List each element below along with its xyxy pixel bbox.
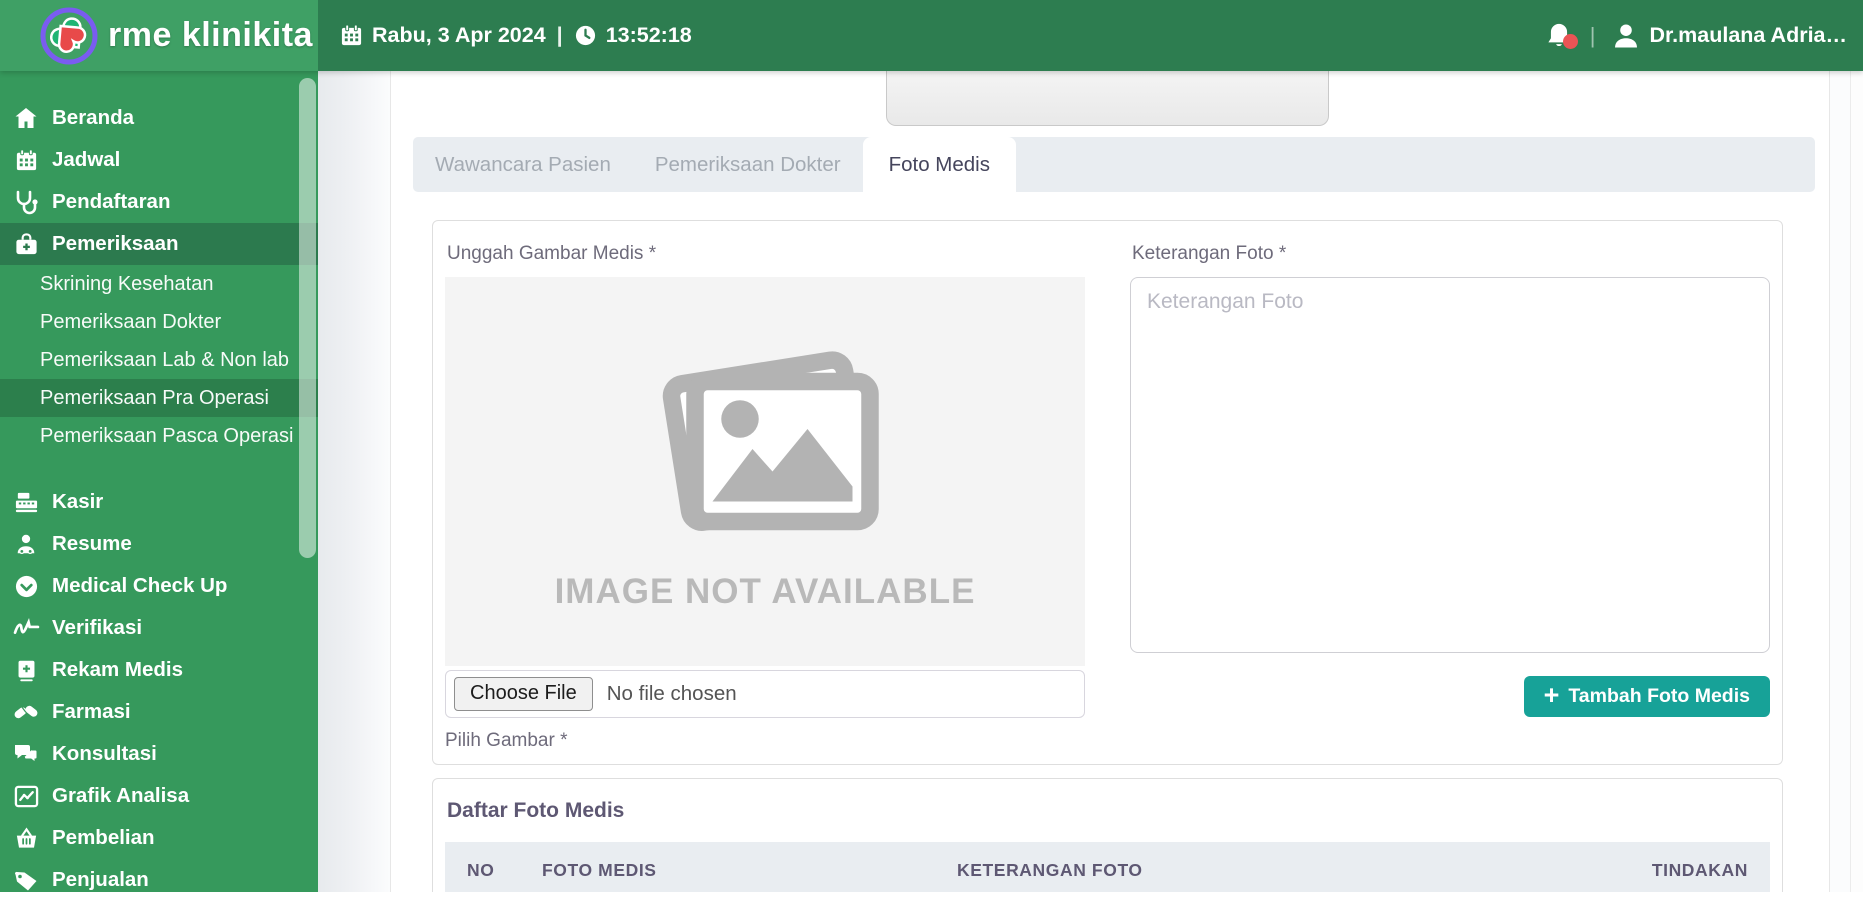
signature-icon [12,615,40,642]
sidebar-item-resume[interactable]: Resume [0,523,318,565]
current-date: Rabu, 3 Apr 2024 [372,23,546,48]
column-header-keterangan-foto: KETERANGAN FOTO [957,860,1652,881]
column-header-foto-medis: FOTO MEDIS [542,860,957,881]
sidebar-item-beranda[interactable]: Beranda [0,97,318,139]
table-header-row: NO FOTO MEDIS KETERANGAN FOTO TINDAKAN [445,842,1770,892]
header-divider: | [1590,23,1596,49]
tab-wawancara-pasien[interactable]: Wawancara Pasien [413,137,633,192]
basket-icon [12,826,40,851]
sidebar-item-pemeriksaan-pra-operasi[interactable]: Pemeriksaan Pra Operasi [0,379,318,417]
tab-foto-medis[interactable]: Foto Medis [863,137,1016,192]
sidebar-scrollbar-thumb[interactable] [299,78,316,558]
daftar-foto-medis-card: Daftar Foto Medis NO FOTO MEDIS KETERANG… [432,778,1783,892]
current-time: 13:52:18 [606,23,692,48]
notification-bell-button[interactable] [1544,21,1574,51]
home-icon [12,105,40,131]
choose-file-button[interactable]: Choose File [454,677,593,711]
brand-name: rme klinikita [108,16,313,55]
app-logo-block[interactable]: rme klinikita [0,0,318,71]
sidebar-item-jadwal[interactable]: Jadwal [0,139,318,181]
image-not-available-text: IMAGE NOT AVAILABLE [555,572,976,612]
chat-icon [12,741,40,767]
submit-label: Tambah Foto Medis [1568,685,1750,708]
pills-icon [12,699,40,725]
tab-bar: Wawancara Pasien Pemeriksaan Dokter Foto… [413,137,1815,192]
sidebar-item-farmasi[interactable]: Farmasi [0,691,318,733]
sidebar-item-pemeriksaan[interactable]: Pemeriksaan [0,223,318,265]
top-header: rme klinikita Rabu, 3 Apr 2024 | 13:52:1… [0,0,1863,71]
calendar-icon [340,24,363,47]
sidebar-spacer [0,455,318,481]
column-header-tindakan: TINDAKAN [1652,860,1748,881]
check-circle-icon [12,574,40,599]
datetime-separator: | [557,23,563,48]
page-scrollbar[interactable] [1850,71,1863,892]
caption-label: Keterangan Foto * [1132,243,1770,265]
sidebar-item-penjualan[interactable]: Penjualan [0,859,318,901]
user-icon [1611,21,1641,51]
image-preview-box: IMAGE NOT AVAILABLE [445,277,1085,666]
tab-pemeriksaan-dokter[interactable]: Pemeriksaan Dokter [633,137,863,192]
submit-row: + Tambah Foto Medis [1130,676,1770,717]
sidebar-item-verifikasi[interactable]: Verifikasi [0,607,318,649]
sidebar-item-medical-check-up[interactable]: Medical Check Up [0,565,318,607]
sidebar-item-pemeriksaan-pasca-operasi[interactable]: Pemeriksaan Pasca Operasi [0,417,318,455]
daftar-title: Daftar Foto Medis [447,799,1770,823]
scrolled-panel-remnant [886,71,1329,126]
file-chosen-status: No file chosen [607,682,737,706]
plus-icon: + [1544,682,1560,709]
chart-icon [12,784,40,809]
sidebar-item-grafik-analisa[interactable]: Grafik Analisa [0,775,318,817]
calendar-icon [12,148,40,173]
cash-register-icon [12,490,40,515]
photo-placeholder-icon [640,330,890,558]
sidebar-item-pendaftaran[interactable]: Pendaftaran [0,181,318,223]
header-bar: Rabu, 3 Apr 2024 | 13:52:18 | [318,0,1863,71]
content-area: Wawancara Pasien Pemeriksaan Dokter Foto… [318,71,1863,892]
main-panel: Wawancara Pasien Pemeriksaan Dokter Foto… [390,71,1830,892]
sidebar-item-kasir[interactable]: Kasir [0,481,318,523]
file-helper-label: Pilih Gambar * [445,730,1085,752]
medical-book-icon [12,659,40,682]
foto-medis-form: Unggah Gambar Medis * IMAGE NOT AVAILABL… [432,220,1783,765]
medical-bag-icon [12,232,40,257]
column-header-no: NO [467,860,542,881]
caption-column: Keterangan Foto * + Tambah Foto Medis [1130,233,1770,752]
user-name: Dr.maulana Adria… [1649,23,1847,48]
file-input[interactable]: Choose File No file chosen [445,670,1085,718]
caption-textarea[interactable] [1130,277,1770,653]
notification-badge [1563,34,1578,49]
upload-column: Unggah Gambar Medis * IMAGE NOT AVAILABL… [445,233,1085,752]
sidebar-item-rekam-medis[interactable]: Rekam Medis [0,649,318,691]
sidebar-nav: Beranda Jadwal Pendaftaran [0,71,318,892]
sidebar-item-pemeriksaan-lab[interactable]: Pemeriksaan Lab & Non lab [0,341,318,379]
header-actions: | Dr.maulana Adria… [1544,21,1863,51]
tambah-foto-medis-button[interactable]: + Tambah Foto Medis [1524,676,1770,717]
sidebar-item-konsultasi[interactable]: Konsultasi [0,733,318,775]
app-logo-icon [40,7,98,65]
tag-icon [12,867,40,893]
sidebar-item-pembelian[interactable]: Pembelian [0,817,318,859]
datetime-display: Rabu, 3 Apr 2024 | 13:52:18 [340,23,692,48]
clock-icon [574,24,597,47]
sidebar-item-skrining-kesehatan[interactable]: Skrining Kesehatan [0,265,318,303]
sidebar-item-pemeriksaan-dokter[interactable]: Pemeriksaan Dokter [0,303,318,341]
stethoscope-icon [12,189,40,215]
person-icon [12,532,40,556]
user-menu-button[interactable]: Dr.maulana Adria… [1611,21,1847,51]
upload-label: Unggah Gambar Medis * [447,243,1085,265]
